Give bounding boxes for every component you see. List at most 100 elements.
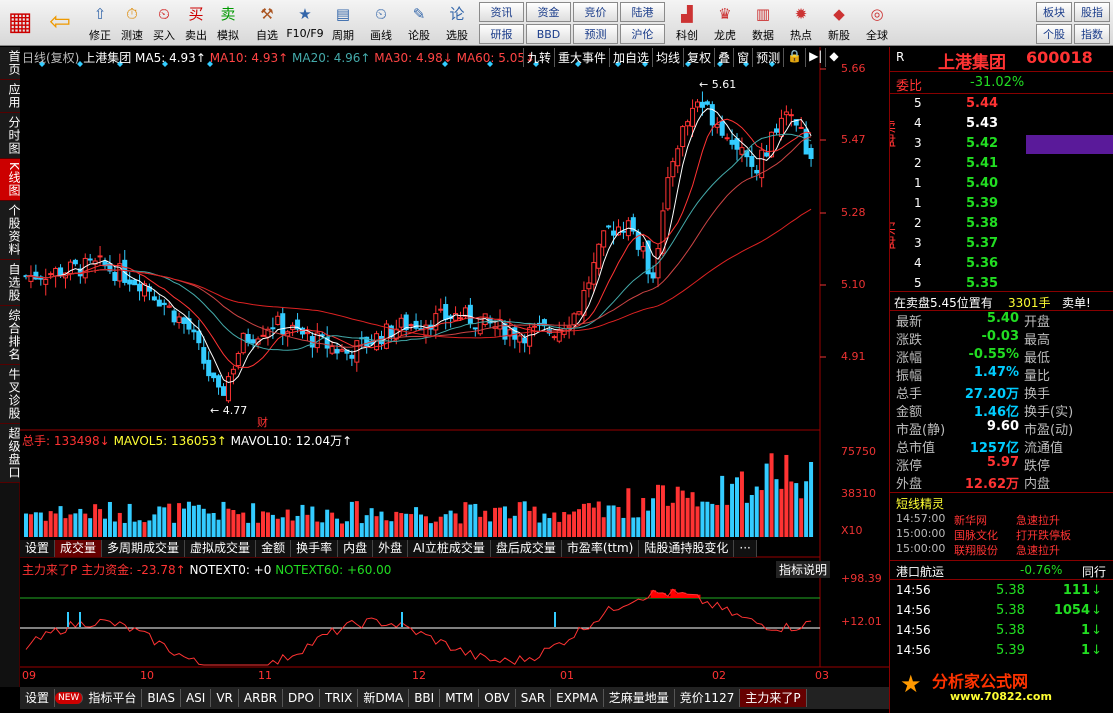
indicator-tab[interactable]: EXPMA (551, 689, 604, 707)
toolbar2-button-5[interactable]: ◎ 全球 (858, 0, 896, 44)
kline-tool-tab[interactable]: 复权 (683, 48, 714, 67)
financial-report-marker[interactable]: 财 (257, 414, 268, 430)
side-tab-8[interactable]: 超级盘口 (0, 423, 21, 483)
info-grid-button[interactable]: 竞价 (573, 2, 618, 22)
toolbar-button-3[interactable]: ⏱ 测速 (116, 0, 148, 44)
home-grid-button[interactable]: ▦ (0, 0, 40, 44)
side-tab-6[interactable]: 综合排名 (0, 305, 21, 365)
short-row[interactable]: 15:00:00 联翔股份 急速拉升 (890, 542, 1113, 557)
kline-tool-tab[interactable]: 预测 (752, 48, 783, 67)
toolbar-button-5[interactable]: 买卖出 (180, 0, 212, 44)
buy-row[interactable]: 1 5.39 (890, 195, 1113, 215)
sell-row[interactable]: 5 5.44 (890, 95, 1113, 115)
sell-row[interactable]: 1 5.40 (890, 175, 1113, 195)
indicator-tab[interactable]: 指标平台 (83, 689, 143, 707)
side-tab-7[interactable]: 牛叉诊股 (0, 364, 21, 424)
indicator-tab[interactable]: 设置 (20, 689, 56, 707)
side-tab-3[interactable]: K线图 (0, 159, 21, 201)
info-grid-button[interactable]: 资金 (526, 2, 571, 22)
kline-tool-tab[interactable]: 均线 (652, 48, 683, 67)
indicator-tab[interactable]: DPO (283, 689, 320, 707)
kline-tool-tab[interactable]: 窗 (733, 48, 752, 67)
index-grid-button[interactable]: 板块 (1036, 2, 1072, 22)
info-grid-button[interactable]: 预测 (573, 24, 618, 44)
buy-row[interactable]: 4 5.36 (890, 255, 1113, 275)
kline-tool-tab[interactable]: 重大事件 (554, 48, 609, 67)
toolbar2-button-0[interactable]: ▟ 科创 (668, 0, 706, 44)
volume-subtab[interactable]: 金额 (256, 540, 292, 557)
volume-subtab[interactable]: 换手率 (291, 540, 339, 557)
indicator-tab[interactable]: OBV (479, 689, 516, 707)
side-tab-4[interactable]: 个股资料 (0, 200, 21, 260)
volume-subtab[interactable]: 成交量 (55, 540, 103, 557)
indicator-tab[interactable]: VR (211, 689, 239, 707)
volume-subtab[interactable]: 盘后成交量 (491, 540, 562, 557)
volume-subtab[interactable]: 虚拟成交量 (185, 540, 257, 557)
toolbar-button-7[interactable]: ⚒ 自选 (248, 0, 286, 44)
back-button[interactable]: ⇦ (40, 0, 80, 44)
chart-area[interactable]: 日线(复权) 上港集团 MA5: 4.93↑ MA10: 4.93↑ MA20:… (20, 47, 889, 687)
short-row[interactable]: 15:00:00 国脉文化 打开跌停板 (890, 527, 1113, 542)
kline-tool-tab[interactable]: 九转 (523, 48, 554, 67)
toolbar-button-4[interactable]: ⏲ 买入 (148, 0, 180, 44)
index-grid-button[interactable]: 指数 (1074, 24, 1110, 44)
toolbar2-button-2[interactable]: ▥ 数据 (744, 0, 782, 44)
indicator-help-button[interactable]: 指标说明 (776, 561, 831, 578)
buy-row[interactable]: 2 5.38 (890, 215, 1113, 235)
volume-subtab[interactable]: 市盈率(ttm) (562, 540, 640, 557)
kline-tool-tab[interactable]: ▶| (805, 48, 825, 67)
info-grid-button[interactable]: 研报 (479, 24, 524, 44)
toolbar-button-11[interactable]: ✎ 论股 (400, 0, 438, 44)
toolbar2-button-1[interactable]: ♛ 龙虎 (706, 0, 744, 44)
toolbar-button-8[interactable]: ★ F10/F9 (286, 0, 324, 44)
indicator-tab[interactable]: BBI (409, 689, 441, 707)
indicator-tab[interactable]: 主力来了P (740, 689, 807, 707)
side-tab-0[interactable]: 首页 (0, 47, 21, 80)
volume-subtab[interactable]: 陆股通持股变化 (639, 540, 735, 557)
buy-row[interactable]: 3 5.37 (890, 235, 1113, 255)
volume-subtab[interactable]: AI立桩成交量 (408, 540, 491, 557)
volume-subtab[interactable]: 外盘 (373, 540, 409, 557)
volume-subtab[interactable]: 内盘 (338, 540, 374, 557)
volume-subtab[interactable]: ··· (734, 540, 757, 557)
volume-bar (690, 492, 695, 537)
indicator-tab[interactable]: 芝麻量地量 (604, 689, 675, 707)
indicator-tab[interactable]: SAR (516, 689, 552, 707)
sell-row[interactable]: 2 5.41 (890, 155, 1113, 175)
volume-bar (532, 506, 537, 537)
indicator-tab[interactable]: 竞价1127 (675, 689, 741, 707)
indicator-tab[interactable]: 新DMA (358, 689, 410, 707)
indicator-tab[interactable]: ARBR (239, 689, 284, 707)
info-grid-button[interactable]: 沪伦 (620, 24, 665, 44)
side-tab-5[interactable]: 自选股 (0, 259, 21, 306)
kline-tool-tab[interactable]: 🔒 (783, 48, 805, 67)
toolbar-button-2[interactable]: ⇧ 修正 (84, 0, 116, 44)
info-grid-button[interactable]: BBD (526, 24, 571, 44)
sector-tab[interactable]: 同行 (1082, 563, 1106, 580)
kline-tool-tab[interactable]: ◆ (825, 48, 841, 67)
volume-subtab[interactable]: 设置 (20, 540, 56, 557)
toolbar2-button-4[interactable]: ◆ 新股 (820, 0, 858, 44)
info-grid-button[interactable]: 陆港 (620, 2, 665, 22)
side-tab-2[interactable]: 分时图 (0, 113, 21, 159)
kline-tool-tab[interactable]: 叠 (714, 48, 733, 67)
toolbar-button-10[interactable]: ⏲ 画线 (362, 0, 400, 44)
sell-row[interactable]: 4 5.43 (890, 115, 1113, 135)
toolbar-button-9[interactable]: ▤ 周期 (324, 0, 362, 44)
kline-tool-tab[interactable]: 加自选 (609, 48, 652, 67)
indicator-name: 主力来了P (22, 563, 78, 577)
index-grid-button[interactable]: 个股 (1036, 24, 1072, 44)
indicator-tab[interactable]: ASI (181, 689, 212, 707)
indicator-tab[interactable]: BIAS (142, 689, 181, 707)
index-grid-button[interactable]: 股指 (1074, 2, 1110, 22)
volume-subtab[interactable]: 多周期成交量 (102, 540, 186, 557)
indicator-tab[interactable]: MTM (440, 689, 480, 707)
toolbar-button-12[interactable]: 论选股 (438, 0, 476, 44)
toolbar2-button-3[interactable]: ✹ 热点 (782, 0, 820, 44)
toolbar-button-6[interactable]: 卖模拟 (212, 0, 244, 44)
side-tab-1[interactable]: 应用 (0, 80, 21, 113)
short-row[interactable]: 14:57:00 新华网 急速拉升 (890, 512, 1113, 527)
info-grid-button[interactable]: 资讯 (479, 2, 524, 22)
sell-row[interactable]: 3 5.42 (890, 135, 1113, 155)
indicator-tab[interactable]: TRIX (320, 689, 359, 707)
